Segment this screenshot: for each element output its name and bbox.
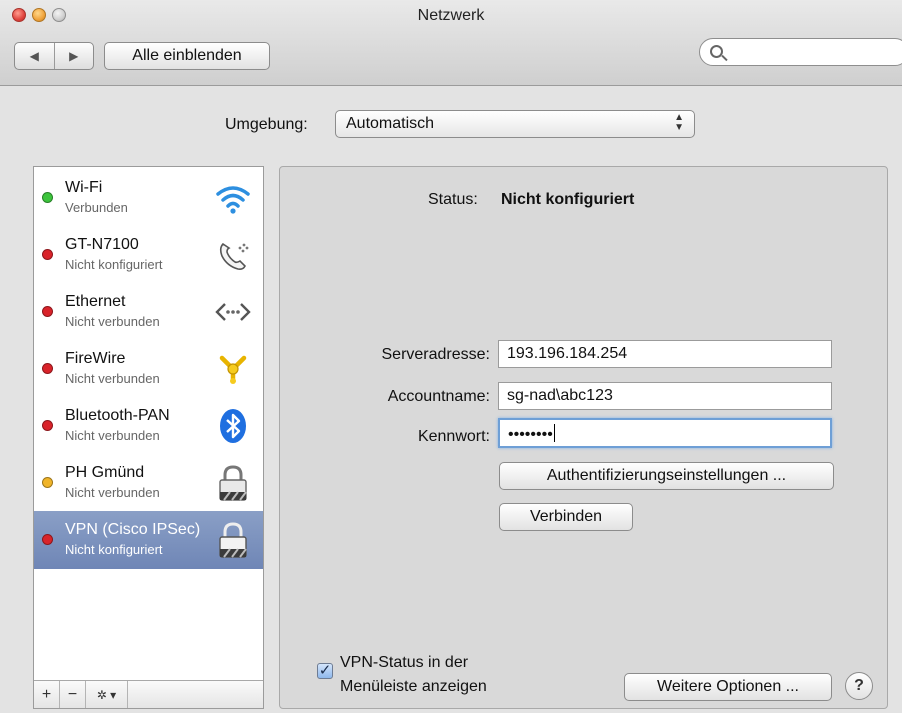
- forward-button[interactable]: ▶: [53, 43, 94, 69]
- remove-service-button[interactable]: −: [60, 681, 86, 708]
- password-field[interactable]: ••••••••: [498, 418, 832, 448]
- firewire-icon: [219, 355, 247, 384]
- action-menu-button[interactable]: ✲ ▾: [86, 681, 128, 708]
- status-dot: [42, 534, 53, 545]
- show-vpn-status-label[interactable]: VPN-Status in der Menüleiste anzeigen: [340, 651, 510, 699]
- status-dot: [42, 306, 53, 317]
- account-name-label: Accountname:: [387, 388, 490, 405]
- status-dot: [42, 420, 53, 431]
- service-item-ph-gmuend[interactable]: PH Gmünd Nicht verbunden: [34, 454, 263, 512]
- status-label: Status:: [428, 191, 478, 208]
- status-value: Nicht konfiguriert: [501, 191, 635, 208]
- service-status: Verbunden: [65, 200, 128, 215]
- authentication-settings-button[interactable]: Authentifizierungseinstellungen ...: [499, 462, 834, 490]
- password-value: ••••••••: [508, 426, 553, 443]
- service-list: Wi-Fi Verbunden GT-N7100 Nicht konfiguri…: [33, 166, 264, 709]
- service-item-ethernet[interactable]: Ethernet Nicht verbunden: [34, 283, 263, 341]
- add-service-button[interactable]: +: [34, 681, 60, 708]
- back-button[interactable]: ◀: [15, 43, 54, 69]
- bluetooth-icon: [220, 409, 246, 443]
- status-dot: [42, 192, 53, 203]
- service-item-firewire[interactable]: FireWire Nicht verbunden: [34, 340, 263, 398]
- location-select[interactable]: Automatisch ▲ ▼: [335, 110, 695, 138]
- connect-button[interactable]: Verbinden: [499, 503, 633, 531]
- server-address-label: Serveradresse:: [381, 346, 491, 363]
- search-icon: [710, 45, 723, 58]
- help-button[interactable]: ?: [845, 672, 873, 700]
- more-options-button[interactable]: Weitere Optionen ...: [624, 673, 832, 701]
- password-label: Kennwort:: [417, 428, 490, 445]
- status-dot: [42, 477, 53, 488]
- service-name: GT-N7100: [65, 236, 139, 253]
- window-title: Netzwerk: [417, 7, 485, 24]
- lock-icon: [219, 522, 247, 558]
- service-item-gt-n7100[interactable]: GT-N7100 Nicht konfiguriert: [34, 226, 263, 284]
- server-address-field[interactable]: 193.196.184.254: [498, 340, 832, 368]
- show-all-button[interactable]: Alle einblenden: [104, 42, 270, 70]
- service-name: VPN (Cisco IPSec): [65, 521, 201, 538]
- server-address-value: 193.196.184.254: [507, 345, 628, 362]
- show-vpn-status-checkbox[interactable]: ✓: [317, 663, 333, 679]
- wifi-icon: [216, 186, 250, 214]
- service-status: Nicht verbunden: [65, 428, 160, 443]
- service-name: Wi-Fi: [65, 179, 103, 196]
- search-input[interactable]: [699, 38, 902, 66]
- service-name: Ethernet: [65, 293, 126, 310]
- account-name-value: sg-nad\abc123: [507, 387, 613, 404]
- checkmark-icon: ✓: [318, 662, 332, 679]
- service-list-controls: + − ✲ ▾: [34, 680, 263, 708]
- phone-icon: [219, 242, 249, 270]
- service-item-vpn-cisco-ipsec[interactable]: VPN (Cisco IPSec) Nicht konfiguriert: [34, 511, 263, 569]
- service-item-wifi[interactable]: Wi-Fi Verbunden: [34, 169, 263, 227]
- account-name-field[interactable]: sg-nad\abc123: [498, 382, 832, 410]
- status-dot: [42, 363, 53, 374]
- location-value: Automatisch: [346, 115, 435, 132]
- text-caret: [553, 424, 555, 442]
- window-toolbar: Netzwerk ◀ ▶ Alle einblenden: [0, 0, 902, 86]
- service-name: FireWire: [65, 350, 126, 367]
- service-name: Bluetooth-PAN: [65, 407, 170, 424]
- service-status: Nicht verbunden: [65, 485, 160, 500]
- service-name: PH Gmünd: [65, 464, 145, 481]
- status-dot: [42, 249, 53, 260]
- select-arrows-icon: ▲ ▼: [674, 112, 684, 133]
- back-forward-control: ◀ ▶: [14, 42, 94, 70]
- service-status: Nicht verbunden: [65, 314, 160, 329]
- service-status: Nicht konfiguriert: [65, 542, 163, 557]
- lock-icon: [219, 465, 247, 501]
- service-status: Nicht konfiguriert: [65, 257, 163, 272]
- service-status: Nicht verbunden: [65, 371, 160, 386]
- ethernet-icon: [215, 303, 251, 321]
- service-item-bluetooth-pan[interactable]: Bluetooth-PAN Nicht verbunden: [34, 397, 263, 455]
- location-label: Umgebung:: [225, 116, 308, 133]
